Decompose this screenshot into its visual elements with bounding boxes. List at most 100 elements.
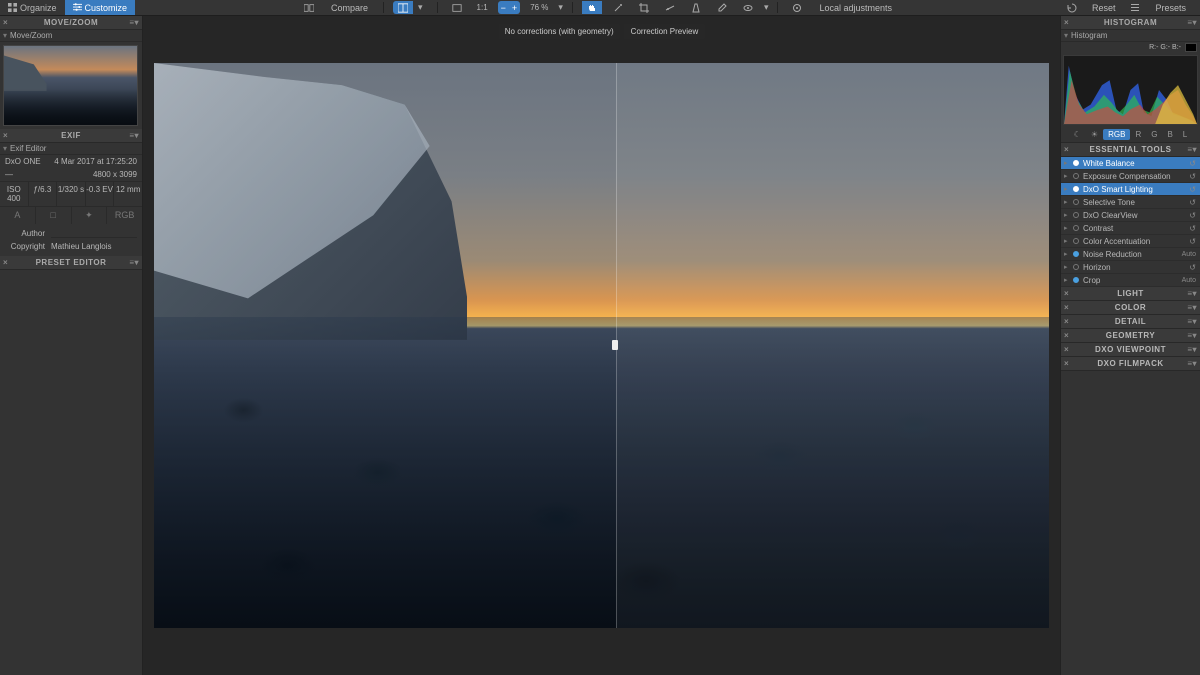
menu-icon[interactable]: ≡▾: [1187, 289, 1197, 298]
tool-white-balance[interactable]: ▸White Balance↺: [1061, 157, 1200, 170]
presets-button[interactable]: [1125, 1, 1145, 14]
reset-indicator[interactable]: ↺: [1189, 198, 1196, 207]
view-options-button[interactable]: [738, 1, 758, 14]
histo-r[interactable]: R: [1130, 129, 1146, 140]
reset-label[interactable]: Reset: [1086, 3, 1122, 13]
reset-button[interactable]: [1062, 1, 1082, 14]
reset-indicator[interactable]: ↺: [1189, 263, 1196, 272]
reset-indicator[interactable]: ↺: [1189, 211, 1196, 220]
tool-dxo-clearview[interactable]: ▸DxO ClearView↺: [1061, 209, 1200, 222]
reset-indicator[interactable]: ↺: [1189, 185, 1196, 194]
close-icon[interactable]: ×: [3, 258, 8, 267]
section-light[interactable]: ×LIGHT≡▾: [1061, 287, 1200, 301]
histogram-subheader[interactable]: ▾ Histogram: [1061, 30, 1200, 42]
essential-tools-header[interactable]: × ESSENTIAL TOOLS ≡▾: [1061, 143, 1200, 157]
section-detail[interactable]: ×DETAIL≡▾: [1061, 315, 1200, 329]
tab-organize[interactable]: Organize: [0, 0, 65, 15]
menu-icon[interactable]: ≡▾: [1187, 345, 1197, 354]
movezoom-header[interactable]: × MOVE/ZOOM ≡▾: [0, 16, 142, 30]
tool-enable-toggle[interactable]: [1073, 160, 1079, 166]
menu-icon[interactable]: ≡▾: [129, 18, 139, 27]
tool-enable-toggle[interactable]: [1073, 238, 1079, 244]
compare-toggle[interactable]: [299, 1, 319, 14]
histo-g[interactable]: G: [1146, 129, 1162, 140]
menu-icon[interactable]: ≡▾: [1187, 145, 1197, 154]
tool-enable-toggle[interactable]: [1073, 186, 1079, 192]
compare-label[interactable]: Compare: [325, 3, 374, 13]
reset-indicator[interactable]: ↺: [1189, 172, 1196, 181]
close-icon[interactable]: ×: [3, 18, 8, 27]
histo-shadow-clip[interactable]: ☾: [1069, 129, 1086, 140]
eyedropper-tool-button[interactable]: [712, 1, 732, 14]
tool-enable-toggle[interactable]: [1073, 173, 1079, 179]
exif-mode-flash[interactable]: ✦: [72, 207, 108, 224]
menu-icon[interactable]: ≡▾: [129, 258, 139, 267]
local-adjustments-label[interactable]: Local adjustments: [813, 3, 898, 13]
close-icon[interactable]: ×: [1064, 359, 1069, 368]
exif-mode-rgb[interactable]: RGB: [107, 207, 142, 224]
histogram-header[interactable]: × HISTOGRAM ≡▾: [1061, 16, 1200, 30]
zoom-in-button[interactable]: +: [509, 1, 520, 14]
zoom-dropdown[interactable]: ▾: [558, 2, 563, 13]
tool-enable-toggle[interactable]: [1073, 225, 1079, 231]
tool-selective-tone[interactable]: ▸Selective Tone↺: [1061, 196, 1200, 209]
tool-enable-toggle[interactable]: [1073, 199, 1079, 205]
close-icon[interactable]: ×: [1064, 145, 1069, 154]
close-icon[interactable]: ×: [3, 131, 8, 140]
menu-icon[interactable]: ≡▾: [1187, 18, 1197, 27]
tool-enable-toggle[interactable]: [1073, 251, 1079, 257]
fit-screen-button[interactable]: [447, 1, 467, 14]
view-split-button[interactable]: [393, 1, 413, 14]
tool-contrast[interactable]: ▸Contrast↺: [1061, 222, 1200, 235]
close-icon[interactable]: ×: [1064, 303, 1069, 312]
image-canvas[interactable]: [154, 63, 1049, 628]
presets-label[interactable]: Presets: [1149, 3, 1192, 13]
movezoom-subheader[interactable]: ▾ Move/Zoom: [0, 30, 142, 42]
zoom-percent[interactable]: 76 %: [526, 3, 552, 12]
reset-indicator[interactable]: ↺: [1189, 224, 1196, 233]
section-geometry[interactable]: ×GEOMETRY≡▾: [1061, 329, 1200, 343]
reset-indicator[interactable]: ↺: [1189, 159, 1196, 168]
menu-icon[interactable]: ≡▾: [1187, 359, 1197, 368]
tool-exposure-compensation[interactable]: ▸Exposure Compensation↺: [1061, 170, 1200, 183]
close-icon[interactable]: ×: [1064, 345, 1069, 354]
navigator-thumbnail[interactable]: [3, 45, 138, 126]
section-dxo-viewpoint[interactable]: ×DXO VIEWPOINT≡▾: [1061, 343, 1200, 357]
histo-rgb[interactable]: RGB: [1103, 129, 1130, 140]
close-icon[interactable]: ×: [1064, 18, 1069, 27]
tool-crop[interactable]: ▸CropAuto: [1061, 274, 1200, 287]
exif-author-value[interactable]: [51, 229, 137, 238]
menu-icon[interactable]: ≡▾: [1187, 317, 1197, 326]
ratio-label[interactable]: 1:1: [473, 3, 492, 12]
tool-dxo-smart-lighting[interactable]: ▸DxO Smart Lighting↺: [1061, 183, 1200, 196]
exif-header[interactable]: × EXIF ≡▾: [0, 129, 142, 143]
reset-indicator[interactable]: ↺: [1189, 237, 1196, 246]
horizon-tool-button[interactable]: [660, 1, 680, 14]
crop-tool-button[interactable]: [634, 1, 654, 14]
histo-b[interactable]: B: [1162, 129, 1177, 140]
preset-editor-header[interactable]: × PRESET EDITOR ≡▾: [0, 256, 142, 270]
menu-icon[interactable]: ≡▾: [1187, 303, 1197, 312]
menu-icon[interactable]: ≡▾: [1187, 331, 1197, 340]
hand-tool-button[interactable]: [582, 1, 602, 14]
exif-mode-metering[interactable]: □: [36, 207, 72, 224]
wand-tool-button[interactable]: [608, 1, 628, 14]
tool-color-accentuation[interactable]: ▸Color Accentuation↺: [1061, 235, 1200, 248]
close-icon[interactable]: ×: [1064, 331, 1069, 340]
zoom-out-button[interactable]: −: [498, 1, 509, 14]
split-handle[interactable]: [612, 340, 618, 350]
perspective-tool-button[interactable]: [686, 1, 706, 14]
local-adjustments-icon[interactable]: [787, 1, 807, 14]
section-color[interactable]: ×COLOR≡▾: [1061, 301, 1200, 315]
tool-horizon[interactable]: ▸Horizon↺: [1061, 261, 1200, 274]
exif-copyright-value[interactable]: Mathieu Langlois: [51, 242, 137, 251]
tool-enable-toggle[interactable]: [1073, 212, 1079, 218]
menu-icon[interactable]: ≡▾: [129, 131, 139, 140]
tool-enable-toggle[interactable]: [1073, 264, 1079, 270]
histo-l[interactable]: L: [1178, 129, 1192, 140]
close-icon[interactable]: ×: [1064, 289, 1069, 298]
exif-mode-a[interactable]: A: [0, 207, 36, 224]
tool-noise-reduction[interactable]: ▸Noise ReductionAuto: [1061, 248, 1200, 261]
section-dxo-filmpack[interactable]: ×DXO FILMPACK≡▾: [1061, 357, 1200, 371]
view-mode-dropdown[interactable]: ▾: [413, 1, 428, 14]
